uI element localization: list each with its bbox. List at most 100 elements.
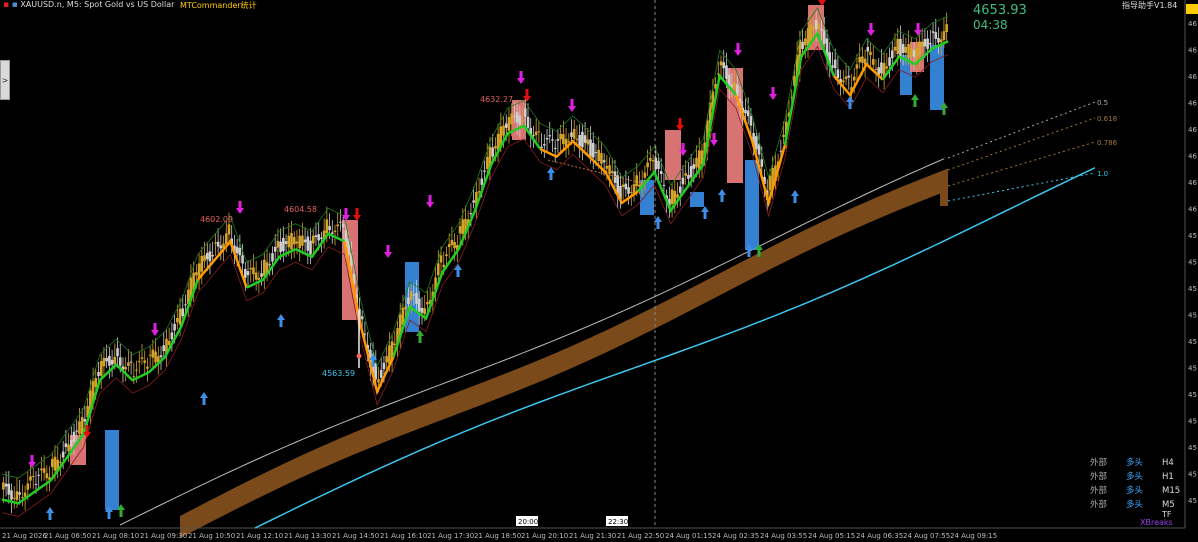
candle-body xyxy=(649,157,652,161)
candle-body xyxy=(931,31,935,33)
candle-body xyxy=(178,308,182,325)
price-chart[interactable]: 0.5 0.618 0.786 1.0 4632.27 4602.09 4604.58 45… xyxy=(0,0,1198,542)
upper-band-line xyxy=(119,158,945,526)
candle-body xyxy=(893,46,897,51)
candle-body xyxy=(50,458,54,468)
xbreaks-label: XBreaks xyxy=(1140,518,1173,527)
trend-source: 外部 xyxy=(1090,472,1108,482)
candle-body xyxy=(21,497,24,499)
candle-body xyxy=(602,160,606,163)
time-tick-label: 21 Aug 08:10 xyxy=(92,532,139,540)
candle-body xyxy=(216,241,220,247)
candle-body xyxy=(393,343,397,346)
sell-arrow-icon xyxy=(426,195,434,208)
buy-arrow-icon xyxy=(46,507,54,520)
candle-body xyxy=(254,272,258,280)
trend-source: 外部 xyxy=(1090,486,1108,496)
candle-body xyxy=(812,26,815,30)
candle-body xyxy=(167,340,171,345)
trend-state: 多头 xyxy=(1126,500,1144,510)
candle-body xyxy=(480,178,484,185)
candle-body xyxy=(513,115,516,117)
candle-body xyxy=(135,369,138,371)
trend-source: 外部 xyxy=(1090,458,1108,468)
candle-body xyxy=(749,116,753,126)
candle-body xyxy=(556,139,560,141)
time-tick-label: 24 Aug 06:35 xyxy=(856,532,903,540)
candle-body xyxy=(782,134,785,138)
candle-body xyxy=(40,468,43,471)
candle-body xyxy=(945,24,948,33)
side-panel-toggle[interactable]: > xyxy=(0,60,10,100)
candle-body xyxy=(562,134,565,145)
buy-arrow-icon xyxy=(277,314,285,327)
candle-body xyxy=(268,264,272,266)
sell-arrow-icon xyxy=(353,208,361,221)
candle-body xyxy=(290,233,293,250)
cyan-lower-line xyxy=(254,167,1096,529)
signal-box xyxy=(690,192,704,207)
candle-body xyxy=(298,235,301,249)
time-tick-label: 24 Aug 05:15 xyxy=(808,532,855,540)
candle-body xyxy=(722,62,726,69)
candle-body xyxy=(75,430,79,432)
candle-body xyxy=(866,46,870,52)
candle-body xyxy=(260,273,263,277)
candle-body xyxy=(581,131,584,148)
candle-body xyxy=(899,38,902,56)
sell-arrow-icon xyxy=(676,118,684,131)
time-tick-label: 21 Aug 14:50 xyxy=(332,532,379,540)
candle-body xyxy=(553,147,557,150)
fib-label: 0.5 xyxy=(1097,99,1108,107)
candle-body xyxy=(643,172,647,178)
candle-body xyxy=(657,160,660,169)
candle-body xyxy=(725,65,728,79)
trend-row: 外部 多头 H4 xyxy=(1090,456,1182,470)
candles xyxy=(2,9,948,514)
candle-body xyxy=(934,32,938,39)
fib-label: 0.618 xyxy=(1097,115,1117,123)
candle-body xyxy=(442,264,446,268)
candle-body xyxy=(861,56,864,63)
fib-line xyxy=(947,172,1096,202)
candle-body xyxy=(779,150,783,152)
candle-body xyxy=(632,184,636,193)
candle-body xyxy=(662,184,666,186)
candle-body xyxy=(803,38,807,46)
candle-body xyxy=(404,306,407,310)
candle-body xyxy=(227,224,231,235)
candle-body xyxy=(108,355,111,366)
candle-body xyxy=(211,255,214,257)
time-tick-label: 21 Aug 17:30 xyxy=(427,532,474,540)
candle-body xyxy=(309,240,312,255)
candle-body xyxy=(124,367,127,370)
candle-body xyxy=(333,230,337,232)
candle-body xyxy=(507,117,511,131)
candle-body xyxy=(205,252,209,260)
candle-body xyxy=(243,268,247,278)
candle-body xyxy=(447,244,451,248)
price-tick-label: 46 xyxy=(1188,73,1197,81)
candle-body xyxy=(116,348,119,357)
candle-body xyxy=(627,187,630,194)
candle-body xyxy=(453,242,456,249)
candle-body xyxy=(939,39,943,43)
time-tick-label: 21 Aug 22:50 xyxy=(617,532,664,540)
session-marker-label: 20:00 xyxy=(518,518,538,526)
price-tick-label: 45 xyxy=(1188,391,1197,399)
candle-body xyxy=(99,361,103,376)
candle-body xyxy=(445,254,448,256)
candle-body xyxy=(292,237,296,245)
candle-body xyxy=(328,226,331,231)
swing-dot xyxy=(356,353,362,359)
candle-body xyxy=(282,237,285,252)
candle-body xyxy=(295,241,299,244)
time-tick-label: 24 Aug 03:55 xyxy=(760,532,807,540)
candle-body xyxy=(491,147,494,157)
candle-body xyxy=(755,136,758,150)
buy-arrow-icon xyxy=(911,94,919,107)
candle-body xyxy=(567,141,571,143)
trend-line xyxy=(441,163,493,273)
candle-body xyxy=(880,62,883,74)
candle-body xyxy=(942,31,946,41)
